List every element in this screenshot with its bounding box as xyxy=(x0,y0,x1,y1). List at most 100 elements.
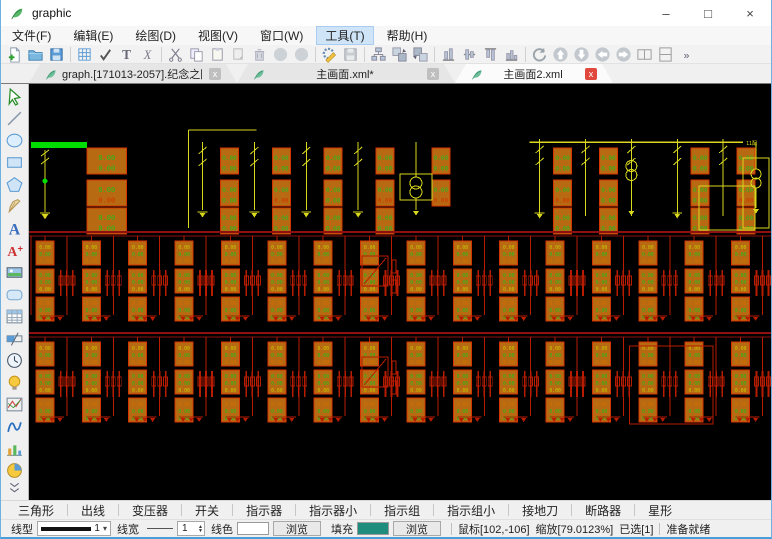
align-middle-icon[interactable] xyxy=(459,45,480,63)
distribute-icon[interactable] xyxy=(501,45,522,63)
check-icon[interactable] xyxy=(95,45,116,63)
add-group-icon[interactable] xyxy=(389,45,410,63)
line-color-browse-button[interactable]: 浏览 xyxy=(273,521,321,536)
new-file-icon[interactable] xyxy=(4,45,25,63)
rounded-rect-tool-icon[interactable] xyxy=(3,283,27,305)
more-tools-icon[interactable]: » xyxy=(676,45,697,63)
progress-tool-icon[interactable] xyxy=(3,327,27,349)
svg-text:0.00: 0.00 xyxy=(271,388,283,394)
spinner-arrows-icon[interactable]: ▲▼ xyxy=(198,525,204,533)
svg-text:0.00: 0.00 xyxy=(457,381,469,387)
text-delete-icon[interactable]: X xyxy=(137,45,158,63)
rectangle-tool-icon[interactable] xyxy=(3,151,27,173)
maximize-button[interactable]: □ xyxy=(687,0,729,26)
menu-视图V[interactable]: 视图(V) xyxy=(189,26,247,45)
polygon-tool-icon[interactable] xyxy=(3,173,27,195)
component-button-5[interactable]: 指示器 xyxy=(233,502,295,519)
text-plus-tool-icon[interactable]: A+ xyxy=(3,239,27,261)
move-up-icon[interactable] xyxy=(550,45,571,63)
line-type-dropdown[interactable]: 1 ▾ xyxy=(37,521,111,536)
svg-text:0.00: 0.00 xyxy=(503,273,515,279)
svg-text:0.00: 0.00 xyxy=(596,346,608,352)
svg-text:0.00: 0.00 xyxy=(378,198,393,205)
fill-browse-button[interactable]: 浏览 xyxy=(393,521,441,536)
menu-文件F[interactable]: 文件(F) xyxy=(3,26,60,45)
text-style-icon[interactable]: T xyxy=(116,45,137,63)
file-leaf-icon xyxy=(45,68,57,80)
group-icon[interactable] xyxy=(368,45,389,63)
schematic-canvas[interactable]: 0.00 0.00 0.00 0.00 0.00 0.00 0.00 0.00 0.00 0.00… xyxy=(29,84,771,500)
line-width-spinner[interactable]: 1 ▲▼ xyxy=(177,521,205,536)
settings-icon[interactable] xyxy=(319,45,340,63)
component-button-2[interactable]: 出线 xyxy=(68,502,118,519)
divider xyxy=(659,523,660,535)
component-button-8[interactable]: 指示组小 xyxy=(434,502,508,519)
move-left-icon[interactable] xyxy=(592,45,613,63)
tab-3[interactable]: 主画面2.xmlx xyxy=(455,64,613,83)
menu-工具T[interactable]: 工具(T) xyxy=(316,26,373,45)
svg-text:0.00: 0.00 xyxy=(86,273,98,279)
image-tool-icon[interactable] xyxy=(3,261,27,283)
more-tools-icon[interactable] xyxy=(3,481,27,494)
text-tool-icon[interactable]: A xyxy=(3,217,27,239)
component-button-9[interactable]: 接地刀 xyxy=(509,502,571,519)
split-vertical-icon[interactable] xyxy=(655,45,676,63)
copy-icon[interactable] xyxy=(186,45,207,63)
mouse-position-status: 鼠标[102,-106] xyxy=(458,521,530,537)
menu-编辑E[interactable]: 编辑(E) xyxy=(64,26,122,45)
component-button-11[interactable]: 星形 xyxy=(635,502,685,519)
svg-text:0.00: 0.00 xyxy=(601,215,616,222)
close-button[interactable]: × xyxy=(729,0,771,26)
line-width-sample xyxy=(147,528,173,529)
svg-text:0.00: 0.00 xyxy=(596,245,608,251)
menu-帮助H[interactable]: 帮助(H) xyxy=(378,26,437,45)
line-chart-tool-icon[interactable] xyxy=(3,415,27,437)
tab-close-icon[interactable]: x xyxy=(209,68,221,80)
svg-text:0.00: 0.00 xyxy=(364,259,376,265)
line-color-swatch[interactable] xyxy=(237,522,269,535)
svg-text:0.00: 0.00 xyxy=(688,308,700,314)
fan-tool-icon[interactable] xyxy=(3,195,27,217)
align-top-icon[interactable] xyxy=(480,45,501,63)
curve-chart-tool-icon[interactable] xyxy=(3,393,27,415)
move-down-icon[interactable] xyxy=(571,45,592,63)
tab-1[interactable]: graph.[171013-2057].纪念之图.测试半透明.xmlx xyxy=(29,64,237,83)
svg-text:0.00: 0.00 xyxy=(86,388,98,394)
svg-text:0.00: 0.00 xyxy=(410,287,422,293)
bulb-tool-icon[interactable] xyxy=(3,371,27,393)
table-tool-icon[interactable] xyxy=(3,305,27,327)
save-icon[interactable] xyxy=(46,45,67,63)
split-horizontal-icon[interactable] xyxy=(634,45,655,63)
svg-text:0.00: 0.00 xyxy=(317,374,329,380)
svg-text:0.00: 0.00 xyxy=(457,409,469,415)
move-right-icon[interactable] xyxy=(613,45,634,63)
menu-绘图D[interactable]: 绘图(D) xyxy=(126,26,185,45)
line-tool-icon[interactable] xyxy=(3,107,27,129)
select-tool-icon[interactable] xyxy=(3,85,27,107)
fill-color-swatch[interactable] xyxy=(357,522,389,535)
refresh-icon[interactable] xyxy=(529,45,550,63)
cut-icon[interactable] xyxy=(165,45,186,63)
menu-窗口W[interactable]: 窗口(W) xyxy=(251,26,312,45)
align-bottom-icon[interactable] xyxy=(438,45,459,63)
component-button-4[interactable]: 开关 xyxy=(182,502,232,519)
tab-2[interactable]: 主画面.xml*x xyxy=(237,64,455,83)
svg-text:0.00: 0.00 xyxy=(225,409,237,415)
minimize-button[interactable]: – xyxy=(645,0,687,26)
bar-chart-tool-icon[interactable] xyxy=(3,437,27,459)
svg-text:0.00: 0.00 xyxy=(86,360,98,366)
ellipse-tool-icon[interactable] xyxy=(3,129,27,151)
component-button-10[interactable]: 断路器 xyxy=(572,502,634,519)
grid-icon[interactable] xyxy=(74,45,95,63)
open-folder-icon[interactable] xyxy=(25,45,46,63)
component-button-3[interactable]: 变压器 xyxy=(119,502,181,519)
component-button-7[interactable]: 指示组 xyxy=(371,502,433,519)
clock-tool-icon[interactable] xyxy=(3,349,27,371)
tab-close-icon[interactable]: x xyxy=(585,68,597,80)
ungroup-icon[interactable] xyxy=(410,45,431,63)
component-button-6[interactable]: 指示器小 xyxy=(296,502,370,519)
svg-text:0.00: 0.00 xyxy=(271,374,283,380)
component-button-1[interactable]: 三角形 xyxy=(5,502,67,519)
tab-close-icon[interactable]: x xyxy=(427,68,439,80)
paste-icon[interactable] xyxy=(207,45,228,63)
